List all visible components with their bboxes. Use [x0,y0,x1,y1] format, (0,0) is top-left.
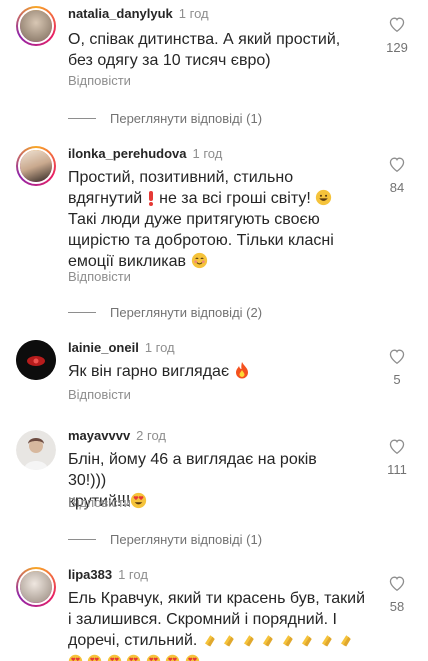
comment-text-part: Блін, йому 46 а виглядає на років 30!))) [68,451,317,489]
username[interactable]: mayavvvv [68,428,130,443]
like-button[interactable]: 111 [384,438,410,477]
fire-emoji [235,362,248,379]
clapping-hands-emoji [204,635,215,647]
view-replies-button[interactable]: Переглянути відповіді (2) [68,305,262,320]
comment-text: Простий, позитивний, стильно вдягнутий н… [68,167,358,272]
like-count: 111 [387,462,407,477]
comment-header: lainie_oneil 1 год [68,340,175,355]
comment-header: lipa383 1 год [68,567,148,582]
timestamp: 1 год [118,567,148,582]
divider-line [68,312,96,313]
avatar-image [16,340,56,380]
heart-eyes-emoji [185,654,199,661]
heart-eyes-emoji [131,492,147,509]
username[interactable]: ilonka_perehudova [68,146,186,161]
avatar[interactable] [16,567,56,607]
view-replies-label: Переглянути відповіді (1) [110,111,263,126]
heart-eyes-emoji [166,654,180,661]
clapping-hands-emoji [282,635,293,647]
view-replies-label: Переглянути відповіді (2) [110,305,263,320]
divider-line [68,118,96,119]
heart-eyes-emoji [68,654,83,661]
heart-outline-icon [389,576,405,591]
comment-header: ilonka_perehudova 1 год [68,146,222,161]
reply-button[interactable]: Відповісти [68,269,131,284]
heart-outline-icon [389,157,405,172]
heart-eyes-emoji [146,654,161,661]
blush-emoji [191,252,207,269]
username[interactable]: natalia_danylyuk [68,6,173,21]
avatar[interactable] [16,430,56,470]
grinning-emoji [316,189,332,206]
view-replies-button[interactable]: Переглянути відповіді (1) [68,111,262,126]
timestamp: 1 год [192,146,223,161]
red-exclamation-emoji [148,191,153,206]
avatar[interactable] [16,340,56,380]
clapping-hands-emoji [224,635,235,647]
heart-outline-icon [389,349,405,364]
comment-text-part: не за всі гроші світу! [159,190,311,207]
like-button[interactable]: 58 [384,575,410,614]
comment-header: natalia_danylyuk 1 год [68,6,209,21]
heart-eyes-emoji [107,654,122,661]
avatar-image [16,430,56,470]
like-count: 5 [393,372,401,387]
like-button[interactable]: 129 [384,16,410,55]
like-count: 84 [389,180,405,195]
like-count: 129 [386,40,408,55]
username[interactable]: lainie_oneil [68,340,139,355]
clapping-hands-emoji [243,635,254,647]
comment-text: О, співак дитинства. А який простий, без… [68,31,341,69]
heart-outline-icon [389,17,405,32]
like-button[interactable]: 84 [384,156,410,195]
comment-text: Як він гарно виглядає [68,361,358,382]
clapping-hands-emoji [302,635,312,647]
comment-header: mayavvvv 2 год [68,428,166,443]
timestamp: 1 год [178,6,209,21]
reply-button[interactable]: Відповісти [68,387,131,402]
timestamp: 1 год [144,340,175,355]
reply-button[interactable]: Відповісти [68,73,131,88]
username[interactable]: lipa383 [68,567,112,582]
divider-line [68,539,96,540]
heart-outline-icon [389,439,405,454]
heart-eyes-emoji [127,654,141,661]
view-replies-button[interactable]: Переглянути відповіді (1) [68,532,262,547]
heart-eyes-emoji [88,654,102,661]
view-replies-label: Переглянути відповіді (1) [110,532,263,547]
comment-text-part: Як він гарно виглядає [68,363,230,380]
reply-button[interactable]: Відповісти [68,495,131,510]
clapping-hands-emoji [341,635,351,647]
avatar[interactable] [16,146,56,186]
clapping-hands-emoji [321,635,332,647]
avatar[interactable] [16,6,56,46]
timestamp: 2 год [136,428,166,443]
clapping-hands-emoji [263,635,273,647]
comment-text: Ель Кравчук, який ти красень був, такий … [68,588,368,661]
like-count: 58 [389,599,405,614]
like-button[interactable]: 5 [384,348,410,387]
